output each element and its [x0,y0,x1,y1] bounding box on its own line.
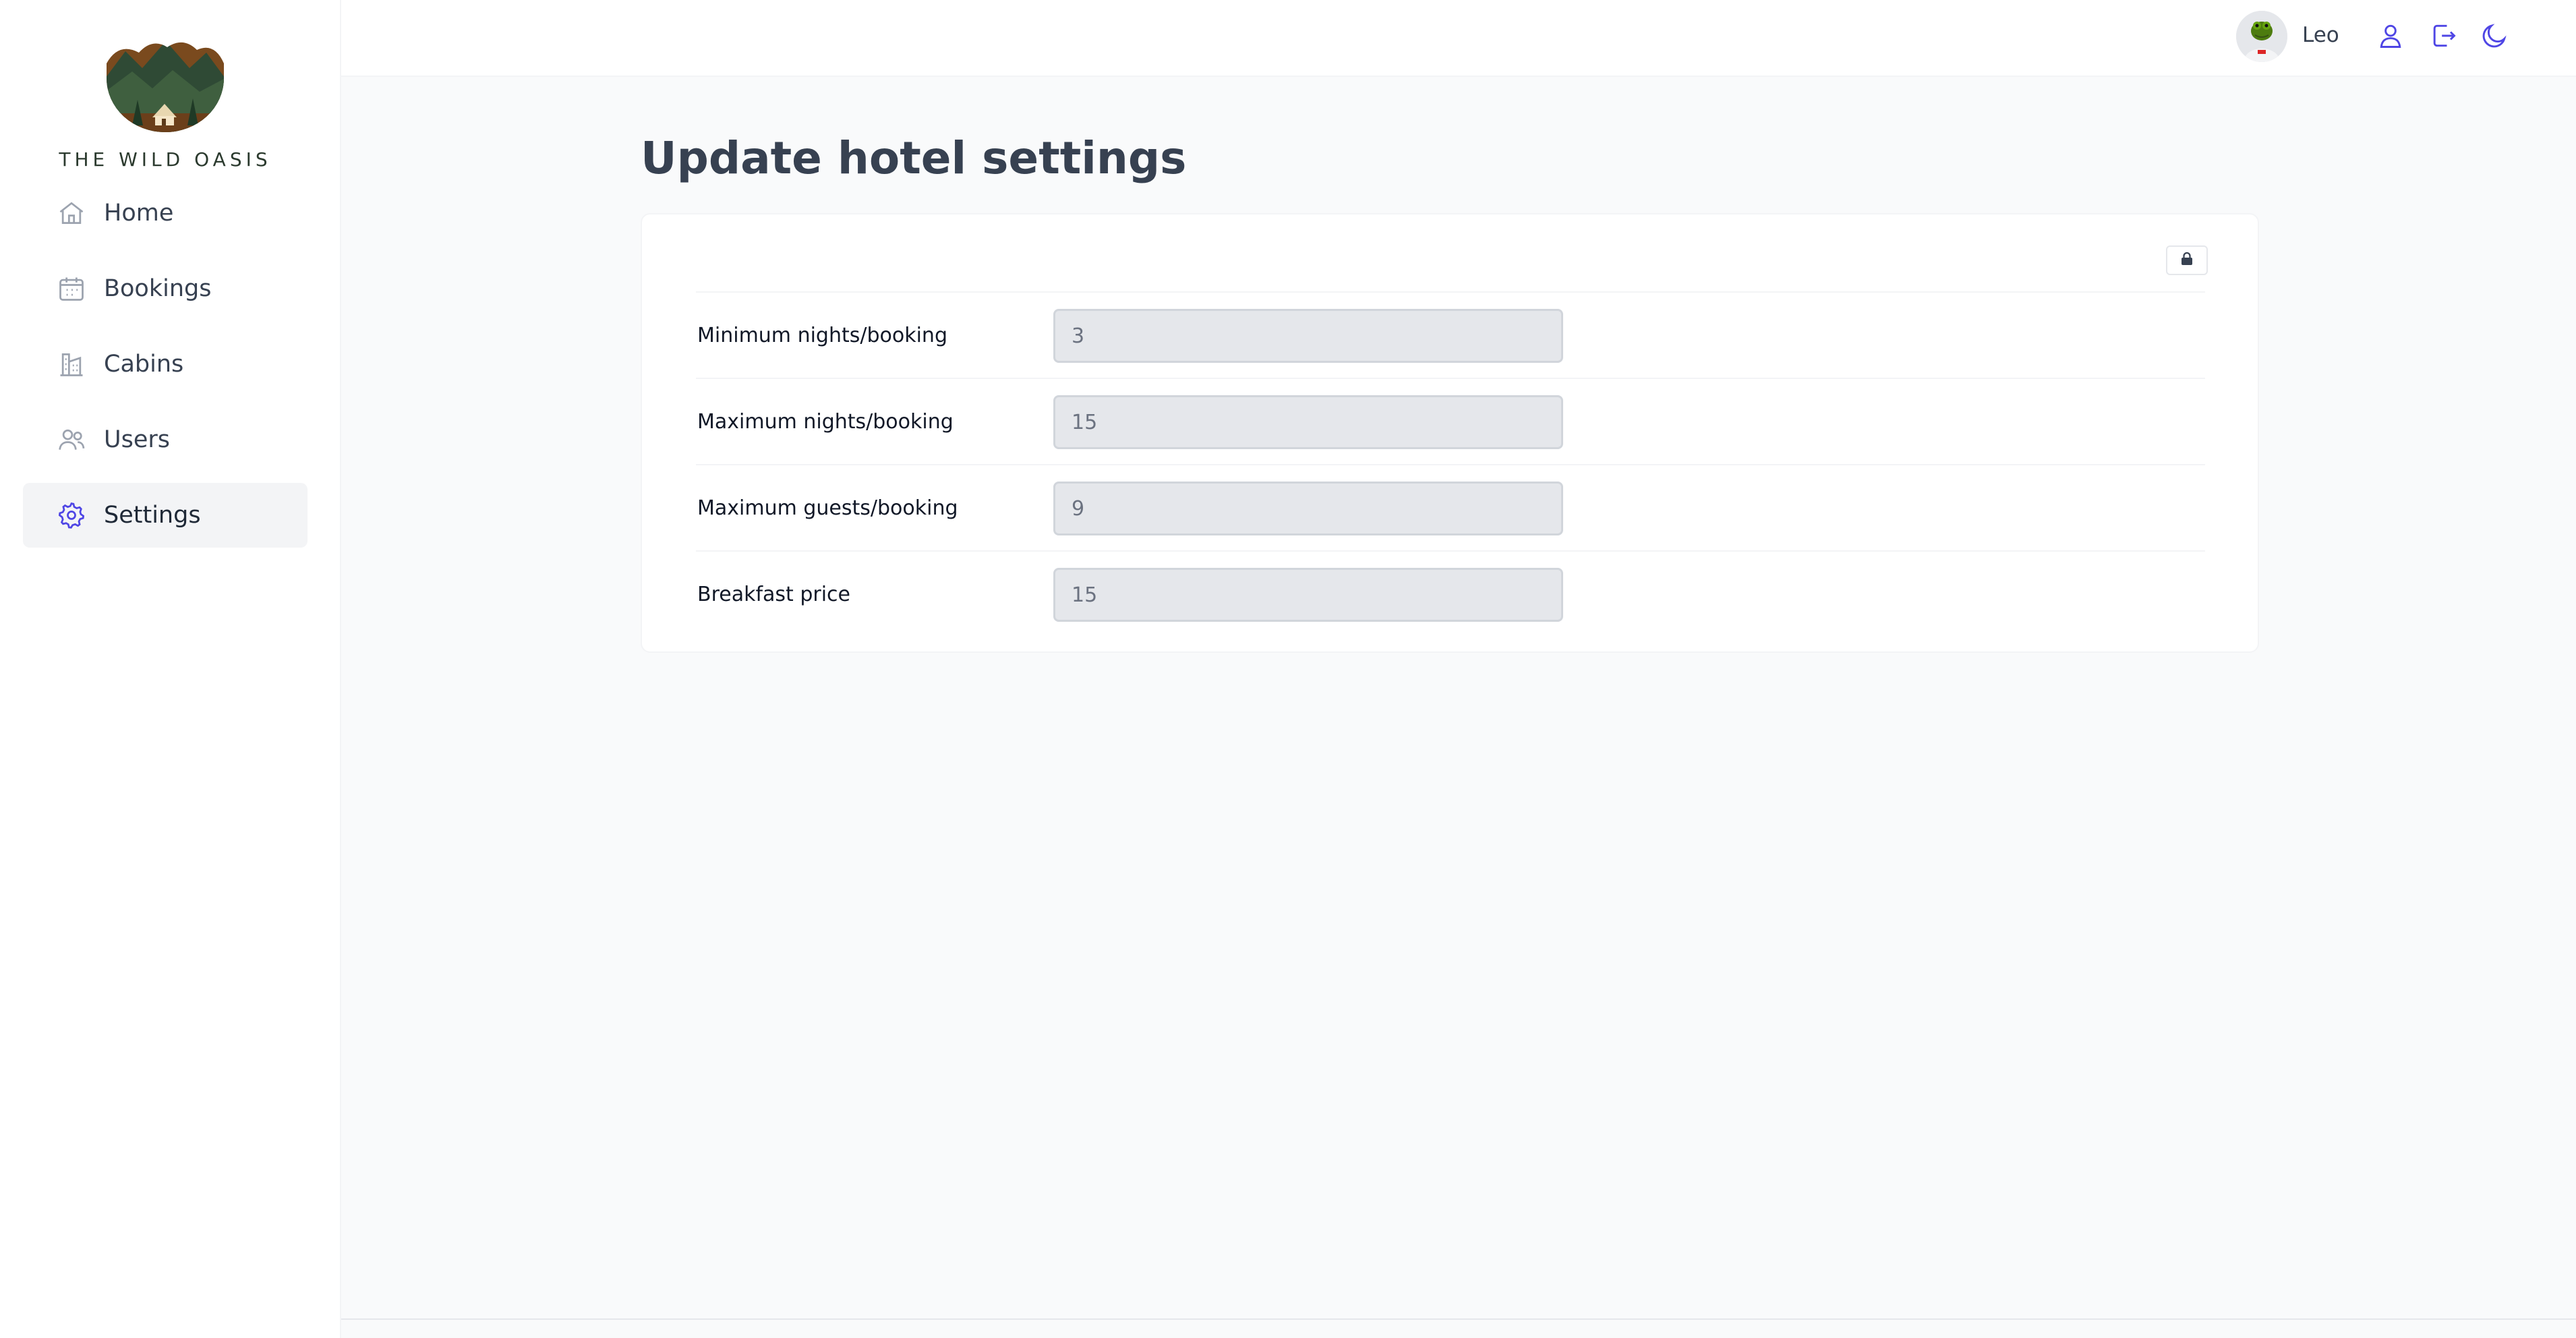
max-nights-input[interactable] [1053,395,1563,449]
building-icon [57,349,86,379]
min-nights-input[interactable] [1053,309,1563,363]
form-row-max-guests: Maximum guests/booking [696,464,2205,550]
account-button[interactable] [2302,19,2339,55]
sidebar-item-home[interactable]: Home [23,181,308,245]
sidebar-item-bookings[interactable]: Bookings [23,256,308,321]
sidebar-item-label: Settings [104,502,201,529]
app-root: THE WILD OASIS Home Bookings Cabins User… [0,0,2576,1338]
max-nights-label: Maximum nights/booking [697,410,954,434]
sidebar-item-users[interactable]: Users [23,407,308,472]
user-icon [2376,21,2405,53]
breakfast-price-input[interactable] [1053,568,1563,622]
divider [341,1318,2576,1320]
gear-icon [57,500,86,530]
calendar-icon [57,274,86,303]
page-title: Update hotel settings [641,132,1187,184]
settings-form: Minimum nights/booking Maximum nights/bo… [641,213,2259,653]
logo [105,38,225,134]
sidebar-item-label: Bookings [104,275,212,302]
form-row-max-nights: Maximum nights/booking [696,378,2205,464]
logout-icon [2428,21,2458,53]
sidebar-item-settings[interactable]: Settings [23,483,308,548]
moon-icon [2480,21,2509,53]
lock-icon [2181,252,2193,268]
home-icon [57,198,86,228]
max-guests-input[interactable] [1053,482,1563,535]
sidebar-item-cabins[interactable]: Cabins [23,332,308,397]
users-icon [57,425,86,455]
form-row-min-nights: Minimum nights/booking [696,291,2205,378]
avatar[interactable] [2236,11,2287,62]
dark-mode-toggle[interactable] [2476,19,2513,55]
breakfast-price-label: Breakfast price [697,583,851,606]
account-button[interactable] [2372,19,2409,55]
sidebar-item-label: Home [104,200,174,227]
max-guests-label: Maximum guests/booking [697,496,958,520]
lock-button[interactable] [2166,245,2208,275]
min-nights-label: Minimum nights/booking [697,324,947,347]
brand-name: THE WILD OASIS [59,148,272,171]
sidebar-item-label: Cabins [104,351,184,378]
logout-button[interactable] [2425,19,2461,55]
sidebar-nav: Home Bookings Cabins Users Settings [23,181,308,558]
sidebar-item-label: Users [104,426,171,453]
form-row-breakfast-price: Breakfast price [696,550,2205,637]
top-header: Leo [341,0,2576,77]
sidebar: THE WILD OASIS Home Bookings Cabins User… [0,0,341,1338]
